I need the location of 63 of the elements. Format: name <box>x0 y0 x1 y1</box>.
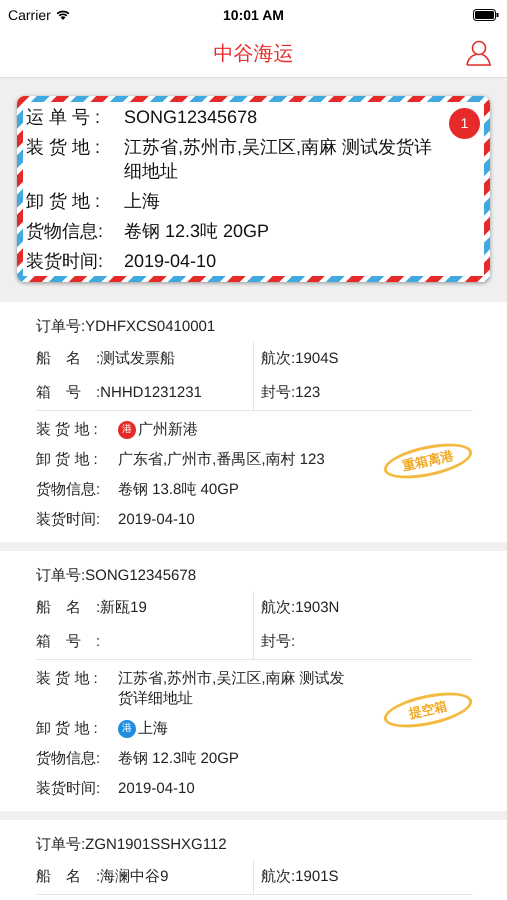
clock: 10:01 AM <box>223 6 284 24</box>
field-label: 货物信息: <box>36 480 102 500</box>
field-label: 装货时间: <box>26 250 104 273</box>
wifi-icon <box>54 9 71 21</box>
field-label: 航次: <box>261 598 296 618</box>
field-value: NHHD1231231 <box>100 382 202 403</box>
field-value: 123 <box>295 382 320 403</box>
field-label: 订单号: <box>36 835 86 855</box>
field-value: 卷钢 13.8吨 40GP <box>118 480 239 500</box>
order-card[interactable]: 订单号:SONG12345678 船 名 :新瓯19 航次:1903N 箱 号 : 封号: 装 货 地 : 江苏省,苏州市,吴江区,南麻 测试发货详细地址 卸 货 地 : 港 上海 货物信息: 卷钢 12.3吨 20GP 装货时间: 2019-04-10 提空箱 <box>0 551 507 811</box>
field-value: 上海 <box>138 719 168 739</box>
field-label: 航次: <box>261 866 296 887</box>
field-label: 运 单 号 : <box>26 106 102 129</box>
field-value: 卷钢 12.3吨 20GP <box>118 749 239 769</box>
field-label: 订单号: <box>36 317 86 337</box>
field-label: 封号: <box>261 632 296 652</box>
carrier-label: Carrier <box>8 6 51 24</box>
field-value: 上海 <box>124 190 160 213</box>
field-label: 船 名 : <box>36 598 100 618</box>
field-value: 2019-04-10 <box>118 510 195 530</box>
field-value: 1901S <box>295 866 339 887</box>
order-card[interactable]: 订单号:YDHFXCS0410001 船 名 :测试发票船 航次:1904S 箱 号 :NHHD1231231 封号:123 装 货 地 : 港 广州新港 卸 货 地 : 广东省,广州市,番禺区,南村 123 货物信息: 卷钢 13.8吨 40GP 装货时间: 2019-04-10 重箱离港 <box>0 302 507 542</box>
order-card[interactable]: 订单号:ZGN1901SSHXG112 船 名 :海澜中谷9 航次:1901S <box>0 820 507 900</box>
field-label: 货物信息: <box>26 220 104 243</box>
field-label: 装 货 地 : <box>26 136 102 159</box>
field-label: 卸 货 地 : <box>26 190 102 213</box>
field-value: SONG12345678 <box>85 566 196 586</box>
field-value: 1904S <box>295 348 339 369</box>
field-label: 装货时间: <box>36 779 102 799</box>
field-label: 封号: <box>261 382 296 403</box>
field-label: 装 货 地 : <box>36 420 99 440</box>
field-label: 卸 货 地 : <box>36 450 99 470</box>
field-value: 1903N <box>295 598 340 618</box>
field-label: 箱 号 : <box>36 382 100 403</box>
field-value: 2019-04-10 <box>118 779 195 799</box>
field-value: YDHFXCS0410001 <box>85 317 216 337</box>
app-title: 中谷海运 <box>214 42 294 66</box>
field-label: 订单号: <box>36 566 86 586</box>
port-badge: 港 <box>118 720 136 738</box>
field-label: 装 货 地 : <box>36 669 99 689</box>
field-label: 船 名 : <box>36 866 100 887</box>
field-label: 箱 号 : <box>36 632 100 652</box>
field-label: 卸 货 地 : <box>36 719 99 739</box>
field-value: 江苏省,苏州市,吴江区,南麻 测试发货详细地址 <box>124 136 434 183</box>
field-label: 装货时间: <box>36 510 102 530</box>
profile-button[interactable] <box>465 39 493 67</box>
field-value: 江苏省,苏州市,吴江区,南麻 测试发货详细地址 <box>118 669 346 709</box>
field-value: 新瓯19 <box>100 598 147 618</box>
field-label: 船 名 : <box>36 348 100 369</box>
field-value: 广东省,广州市,番禺区,南村 123 <box>118 450 325 470</box>
field-label: 航次: <box>261 348 296 369</box>
field-value: 测试发票船 <box>100 348 176 369</box>
field-value: 海澜中谷9 <box>100 866 169 887</box>
airmail-card[interactable]: 运 单 号 : SONG12345678 装 货 地 : 江苏省,苏州市,吴江区,南麻 测试发货详细地址 卸 货 地 : 上海 货物信息: 卷钢 12.3吨 20GP 装货时间: 2019-04-10 1 <box>17 96 490 282</box>
field-value: 卷钢 12.3吨 20GP <box>124 220 270 243</box>
field-label: 货物信息: <box>36 749 102 769</box>
battery-icon <box>473 9 499 21</box>
user-icon <box>465 39 493 67</box>
field-value: SONG12345678 <box>124 106 258 129</box>
field-value: 广州新港 <box>138 420 198 440</box>
field-value: 2019-04-10 <box>124 250 216 273</box>
port-badge: 港 <box>118 421 136 439</box>
field-value: ZGN1901SSHXG112 <box>85 835 227 855</box>
